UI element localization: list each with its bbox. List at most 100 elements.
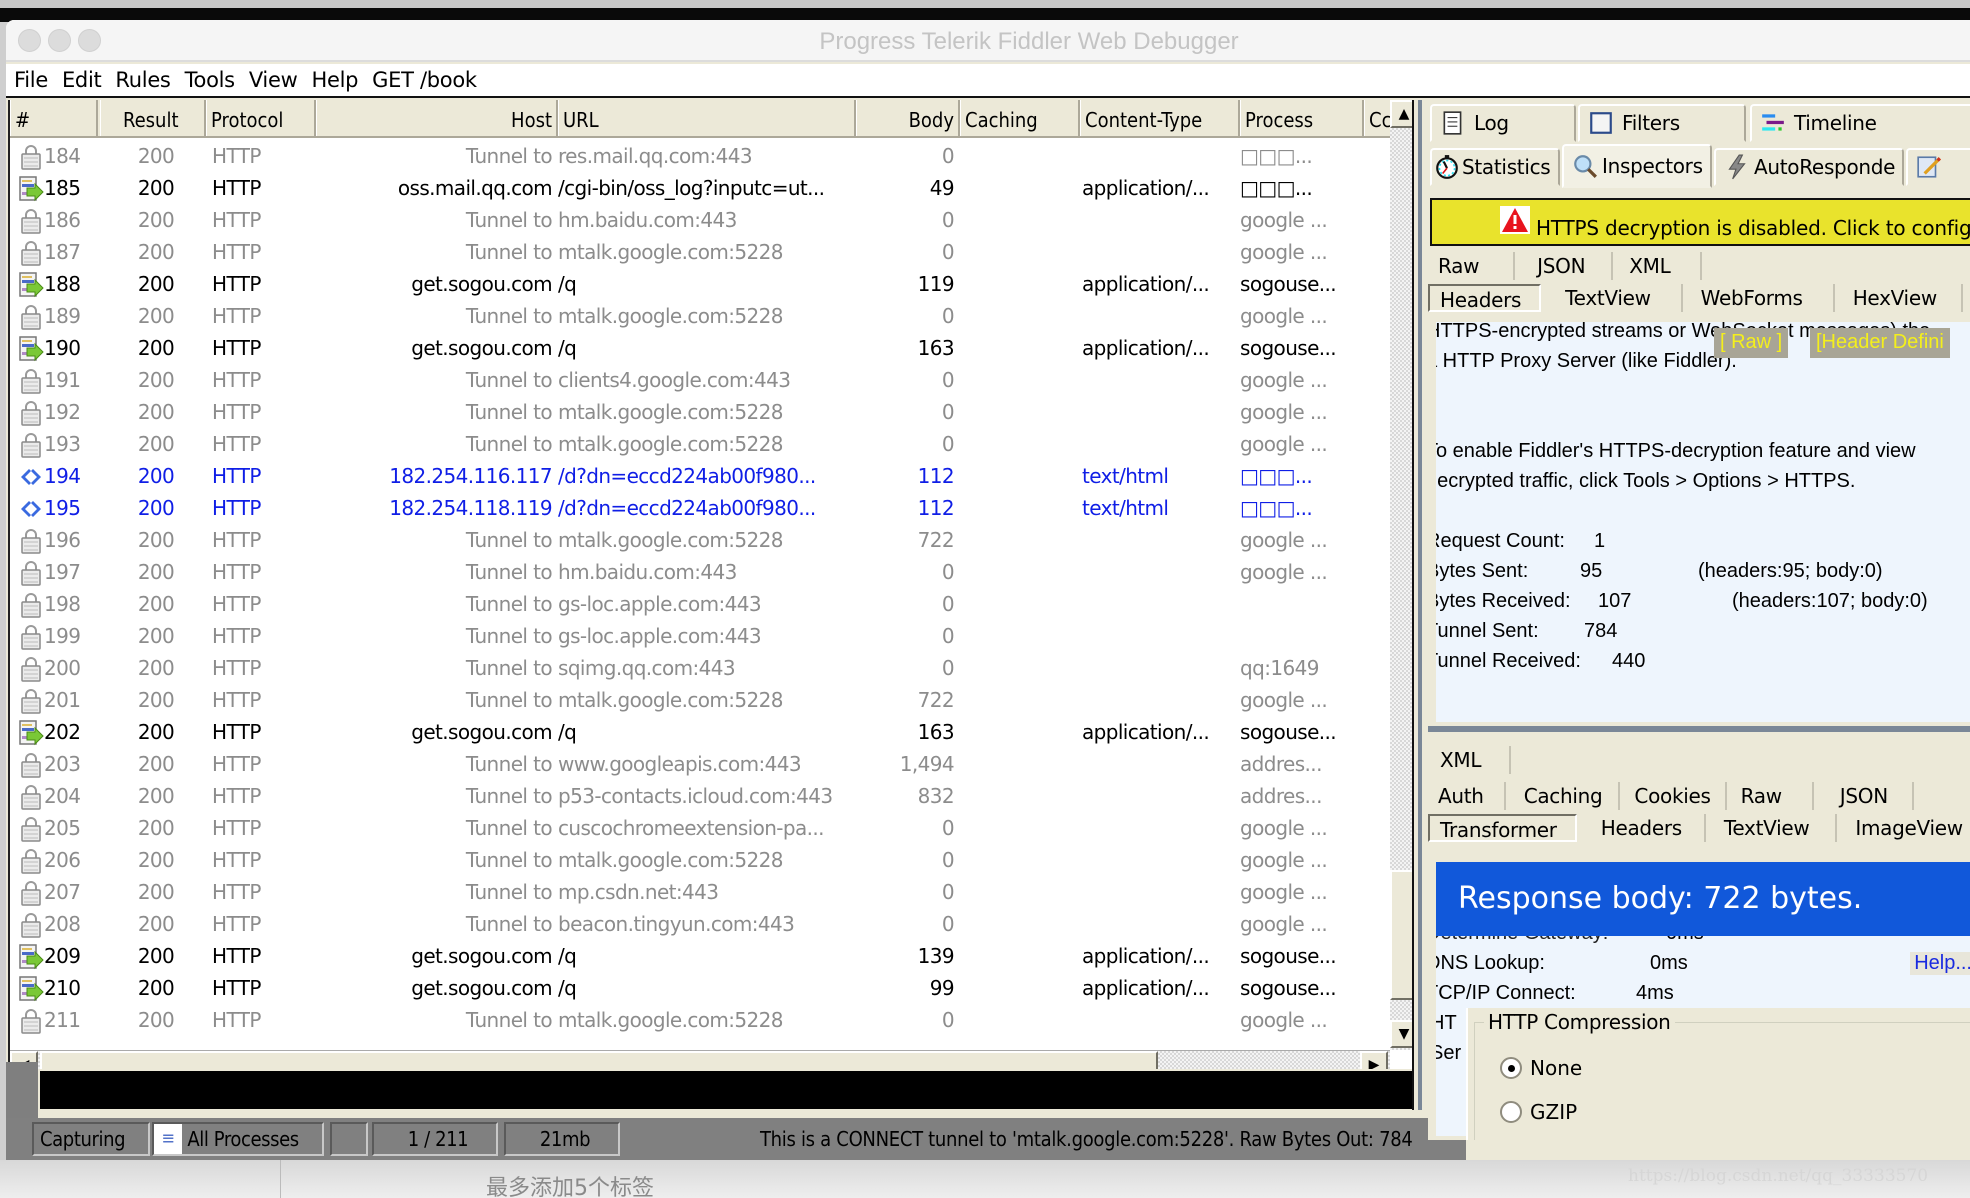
- row-number: 198: [44, 592, 81, 616]
- row-number: 204: [44, 784, 81, 808]
- response-tab-textview[interactable]: TextView: [1706, 814, 1838, 842]
- session-row[interactable]: 191 200 HTTP Tunnel to clients4.google.com:4…: [10, 364, 1390, 396]
- response-tab-imageview[interactable]: ImageView: [1837, 814, 1970, 842]
- session-row[interactable]: 198 200 HTTP Tunnel to gs-loc.apple.com:443 0: [10, 588, 1390, 620]
- column-header-url[interactable]: URL: [558, 100, 856, 136]
- row-result: 200: [137, 688, 175, 712]
- radio-none[interactable]: None: [1500, 1056, 1582, 1080]
- column-header-number[interactable]: #: [10, 100, 98, 136]
- gateway-value: 0ms: [1666, 936, 1704, 945]
- session-row[interactable]: 190 200 HTTP get.sogou.com/q 163 application/…: [10, 332, 1390, 364]
- header-definitions-overlay-button[interactable]: [Header Defini: [1810, 328, 1950, 358]
- session-row[interactable]: 195 200 HTTP 182.254.118.119/d?dn=eccd224ab…: [10, 492, 1390, 524]
- session-row[interactable]: 209 200 HTTP get.sogou.com/q 139 application/…: [10, 940, 1390, 972]
- response-tab-auth[interactable]: Auth: [1428, 782, 1506, 810]
- panel-splitter[interactable]: [1412, 100, 1422, 1110]
- session-row[interactable]: 192 200 HTTP Tunnel to mtalk.google.com:5228…: [10, 396, 1390, 428]
- help-link[interactable]: Help...: [1910, 952, 1970, 975]
- column-header-protocol[interactable]: Protocol: [206, 100, 316, 136]
- tab-inspectors[interactable]: Inspectors: [1562, 144, 1712, 188]
- status-bar: Capturing ≡ All Processes 1 / 211 21mb T…: [6, 1118, 1466, 1160]
- session-row[interactable]: 185 200 HTTP oss.mail.qq.com/cgi-bin/oss_lo…: [10, 172, 1390, 204]
- quickexec-input[interactable]: [38, 1069, 1418, 1111]
- session-row[interactable]: 200 200 HTTP Tunnel to sqimg.qq.com:443 0 qq:1…: [10, 652, 1390, 684]
- row-url: mtalk.google.com:5228: [558, 432, 784, 456]
- row-host: Tunnel to: [465, 784, 552, 808]
- column-header-caching[interactable]: Caching: [960, 100, 1080, 136]
- tab-timeline[interactable]: Timeline: [1750, 104, 1970, 142]
- response-tab-caching[interactable]: Caching: [1506, 782, 1621, 810]
- response-tab-raw[interactable]: Raw: [1727, 782, 1814, 810]
- request-tab-hexview[interactable]: HexView: [1835, 284, 1963, 312]
- menu-rules[interactable]: Rules: [115, 68, 170, 92]
- session-row[interactable]: 196 200 HTTP Tunnel to mtalk.google.com:5228…: [10, 524, 1390, 556]
- tab-filters[interactable]: Filters: [1578, 104, 1746, 142]
- capturing-toggle[interactable]: Capturing: [32, 1122, 150, 1156]
- process-filter[interactable]: ≡ All Processes: [152, 1122, 324, 1156]
- session-row[interactable]: 187 200 HTTP Tunnel to mtalk.google.com:5228…: [10, 236, 1390, 268]
- lightning-icon: [1728, 154, 1746, 180]
- tab-statistics[interactable]: Statistics: [1430, 148, 1560, 186]
- request-tab-xml[interactable]: XML: [1613, 252, 1703, 280]
- radio-checked-icon[interactable]: [1500, 1057, 1522, 1079]
- response-tab-cookies[interactable]: Cookies: [1620, 782, 1727, 810]
- session-row[interactable]: 210 200 HTTP get.sogou.com/q 99 application/.…: [10, 972, 1390, 1004]
- session-row[interactable]: 184 200 HTTP Tunnel to res.mail.qq.com:443 0 □…: [10, 140, 1390, 172]
- row-protocol: HTTP: [212, 944, 261, 968]
- menu-view[interactable]: View: [249, 68, 298, 92]
- column-header-content-type[interactable]: Content-Type: [1080, 100, 1240, 136]
- raw-overlay-button[interactable]: [ Raw ]: [1714, 328, 1789, 358]
- tab-composer[interactable]: [1906, 148, 1970, 186]
- response-tab-headers[interactable]: Headers: [1587, 814, 1706, 842]
- session-row[interactable]: 188 200 HTTP get.sogou.com/q 119 application/…: [10, 268, 1390, 300]
- row-caching: [960, 300, 1075, 332]
- request-tab-json[interactable]: JSON: [1515, 252, 1614, 280]
- menu-help[interactable]: Help: [311, 68, 358, 92]
- request-tab-headers[interactable]: Headers: [1428, 284, 1542, 312]
- session-row[interactable]: 207 200 HTTP Tunnel to mp.csdn.net:443 0 googl…: [10, 876, 1390, 908]
- session-row[interactable]: 197 200 HTTP Tunnel to hm.baidu.com:443 0 goog…: [10, 556, 1390, 588]
- session-row[interactable]: 186 200 HTTP Tunnel to hm.baidu.com:443 0 goog…: [10, 204, 1390, 236]
- session-row[interactable]: 211 200 HTTP Tunnel to mtalk.google.com:5228…: [10, 1004, 1390, 1036]
- column-header-process[interactable]: Process: [1240, 100, 1364, 136]
- session-row[interactable]: 202 200 HTTP get.sogou.com/q 163 application/…: [10, 716, 1390, 748]
- session-row[interactable]: 208 200 HTTP Tunnel to beacon.tingyun.com:44…: [10, 908, 1390, 940]
- radio-gzip[interactable]: GZIP: [1500, 1100, 1577, 1124]
- response-tab-json[interactable]: JSON: [1814, 782, 1914, 810]
- column-header-host[interactable]: Host: [316, 100, 558, 136]
- bytes-sent-detail: (headers:95; body:0): [1698, 560, 1883, 582]
- session-row[interactable]: 205 200 HTTP Tunnel to cuscochromeextension-…: [10, 812, 1390, 844]
- row-protocol: HTTP: [212, 816, 261, 840]
- row-url: /q: [558, 944, 577, 968]
- menu-tools[interactable]: Tools: [185, 68, 236, 92]
- menu-edit[interactable]: Edit: [62, 68, 102, 92]
- row-caching: [960, 236, 1075, 268]
- column-header-result[interactable]: Result: [100, 100, 206, 136]
- session-row[interactable]: 189 200 HTTP Tunnel to mtalk.google.com:5228…: [10, 300, 1390, 332]
- https-decryption-banner[interactable]: HTTPS decryption is disabled. Click to c…: [1430, 198, 1970, 246]
- tab-autoresponder[interactable]: AutoResponde: [1714, 148, 1904, 186]
- session-row[interactable]: 193 200 HTTP Tunnel to mtalk.google.com:5228…: [10, 428, 1390, 460]
- column-header-body[interactable]: Body: [856, 100, 960, 136]
- request-response-splitter[interactable]: [1428, 726, 1970, 732]
- menu-get-book[interactable]: GET /book: [372, 68, 477, 92]
- row-host: Tunnel to: [465, 752, 552, 776]
- row-url: hm.baidu.com:443: [558, 560, 737, 584]
- request-tab-textview[interactable]: TextView: [1551, 284, 1683, 312]
- session-row[interactable]: 204 200 HTTP Tunnel to p53-contacts.icloud.c…: [10, 780, 1390, 812]
- response-tab-xml[interactable]: XML: [1428, 746, 1512, 774]
- row-protocol: HTTP: [212, 304, 261, 328]
- lock-icon: [18, 848, 44, 874]
- tab-statistics-label: Statistics: [1462, 155, 1551, 179]
- session-row[interactable]: 201 200 HTTP Tunnel to mtalk.google.com:5228…: [10, 684, 1390, 716]
- session-row[interactable]: 203 200 HTTP Tunnel to www.googleapis.com:44…: [10, 748, 1390, 780]
- session-row[interactable]: 206 200 HTTP Tunnel to mtalk.google.com:5228…: [10, 844, 1390, 876]
- session-row[interactable]: 199 200 HTTP Tunnel to gs-loc.apple.com:443 0: [10, 620, 1390, 652]
- tab-log[interactable]: Log: [1430, 104, 1576, 142]
- menu-file[interactable]: File: [14, 68, 48, 92]
- session-row[interactable]: 194 200 HTTP 182.254.116.117/d?dn=eccd224ab…: [10, 460, 1390, 492]
- radio-unchecked-icon[interactable]: [1500, 1101, 1522, 1123]
- request-tab-raw[interactable]: Raw: [1428, 252, 1516, 280]
- request-tab-webforms[interactable]: WebForms: [1683, 284, 1835, 312]
- response-tab-transformer[interactable]: Transformer: [1428, 814, 1577, 842]
